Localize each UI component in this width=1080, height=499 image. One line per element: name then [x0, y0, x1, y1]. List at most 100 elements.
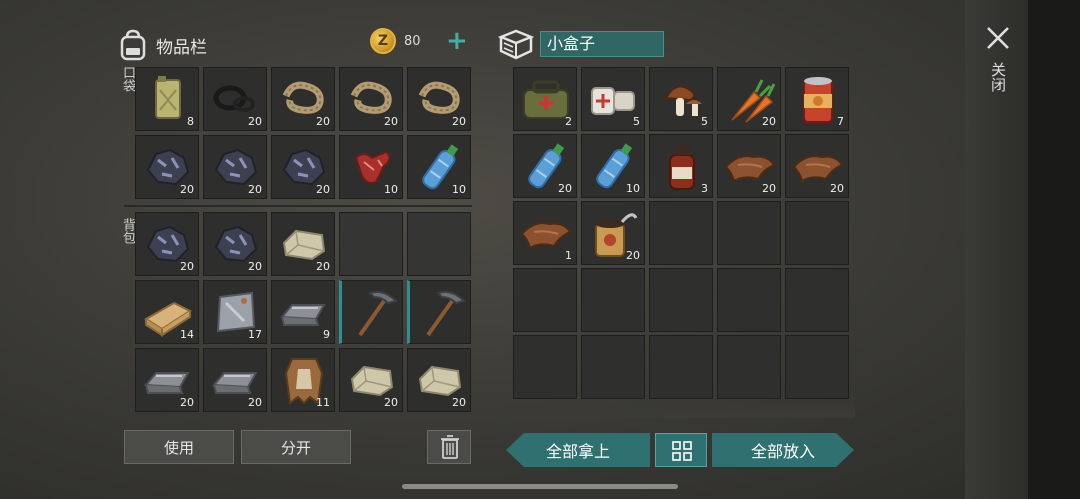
close-label: 关闭	[989, 62, 1007, 92]
container-slot[interactable]: 5	[581, 67, 645, 131]
take-all-button[interactable]: 全部拿上	[506, 433, 650, 467]
coin-display: Z 80 +	[370, 28, 468, 54]
item-quantity: 14	[180, 328, 194, 341]
item-quantity: 5	[633, 115, 640, 128]
container-slot[interactable]	[649, 268, 713, 332]
container-slot[interactable]: 5	[649, 67, 713, 131]
grid-icon	[672, 441, 692, 461]
backpack-slot[interactable]	[407, 212, 471, 276]
item-quantity: 20	[384, 396, 398, 409]
sort-button[interactable]	[655, 433, 707, 467]
item-quantity: 3	[701, 182, 708, 195]
item-quantity: 20	[180, 260, 194, 273]
container-slot[interactable]: 20	[581, 201, 645, 265]
screen-edge	[1028, 0, 1080, 499]
container-slot[interactable]	[513, 268, 577, 332]
put-all-button[interactable]: 全部放入	[712, 433, 854, 467]
container-slot[interactable]: 7	[785, 67, 849, 131]
item-quantity: 7	[837, 115, 844, 128]
close-button[interactable]	[980, 24, 1016, 58]
pocket-slot[interactable]: 20	[271, 135, 335, 199]
container-slot[interactable]	[785, 335, 849, 399]
container-slot[interactable]: 10	[581, 134, 645, 198]
item-quantity: 20	[626, 249, 640, 262]
inventory-title: 物品栏	[156, 37, 207, 58]
backpack-icon	[120, 29, 146, 61]
backpack-slot[interactable]: 17	[203, 280, 267, 344]
item-quantity: 20	[316, 183, 330, 196]
backpack-slot[interactable]	[339, 212, 403, 276]
container-slot[interactable]: 2	[513, 67, 577, 131]
container-slot[interactable]	[717, 335, 781, 399]
container-slot[interactable]	[581, 335, 645, 399]
backpack-slot[interactable]: 20	[203, 212, 267, 276]
use-button[interactable]: 使用	[124, 430, 234, 464]
backpack-slot[interactable]: 20	[135, 348, 199, 412]
container-slot[interactable]	[513, 335, 577, 399]
backpack-slot[interactable]: 20	[135, 212, 199, 276]
item-quantity: 2	[565, 115, 572, 128]
item-quantity: 20	[248, 183, 262, 196]
item-quantity: 20	[180, 396, 194, 409]
home-indicator[interactable]	[402, 484, 678, 489]
container-slot[interactable]	[649, 335, 713, 399]
backpack-slot[interactable]: 20	[407, 348, 471, 412]
item-quantity: 20	[558, 182, 572, 195]
pocket-slot[interactable]: 10	[339, 135, 403, 199]
item-quantity: 10	[452, 183, 466, 196]
backpack-slot[interactable]: 9	[271, 280, 335, 344]
container-slot[interactable]: 20	[513, 134, 577, 198]
item-quantity: 20	[248, 260, 262, 273]
trash-icon	[441, 435, 459, 459]
trash-button[interactable]	[427, 430, 471, 464]
backpack-slot[interactable]: 14	[135, 280, 199, 344]
item-quantity: 20	[248, 115, 262, 128]
item-quantity: 20	[180, 183, 194, 196]
backpack-slot[interactable]: 20	[203, 348, 267, 412]
container-slot[interactable]: 3	[649, 134, 713, 198]
pocket-slot[interactable]: 8	[135, 67, 199, 131]
container-slot[interactable]: 20	[717, 134, 781, 198]
item-quantity: 20	[452, 115, 466, 128]
close-icon	[987, 27, 1009, 49]
pocket-slot[interactable]: 10	[407, 135, 471, 199]
item-quantity: 1	[565, 249, 572, 262]
item-quantity: 10	[384, 183, 398, 196]
add-coins-button[interactable]: +	[446, 28, 468, 54]
item-quantity: 20	[452, 396, 466, 409]
container-slot[interactable]	[785, 201, 849, 265]
container-slot[interactable]: 1	[513, 201, 577, 265]
box-icon	[498, 29, 534, 60]
pocket-slot[interactable]: 20	[135, 135, 199, 199]
container-slot[interactable]: 20	[717, 67, 781, 131]
split-button[interactable]: 分开	[241, 430, 351, 464]
container-slot[interactable]	[649, 201, 713, 265]
backpack-slot[interactable]	[339, 280, 403, 344]
grid-fade	[510, 398, 855, 418]
item-quantity: 20	[762, 182, 776, 195]
pocket-slot[interactable]: 20	[203, 67, 267, 131]
backpack-slot[interactable]: 20	[339, 348, 403, 412]
item-quantity: 9	[323, 328, 330, 341]
pickaxe-icon	[358, 291, 398, 337]
item-quantity: 5	[701, 115, 708, 128]
backpack-slot[interactable]	[407, 280, 471, 344]
item-quantity: 20	[248, 396, 262, 409]
pocket-slot[interactable]: 20	[271, 67, 335, 131]
inventory-header: 物品栏	[118, 26, 207, 64]
backpack-slot[interactable]: 20	[271, 212, 335, 276]
container-slot[interactable]	[785, 268, 849, 332]
container-slot[interactable]: 20	[785, 134, 849, 198]
item-quantity: 20	[316, 260, 330, 273]
item-quantity: 20	[316, 115, 330, 128]
container-name-field[interactable]: 小盒子	[540, 31, 664, 57]
container-slot[interactable]	[717, 268, 781, 332]
pocket-slot[interactable]: 20	[203, 135, 267, 199]
container-slot[interactable]	[581, 268, 645, 332]
container-header: 小盒子	[498, 28, 664, 60]
pocket-slot[interactable]: 20	[339, 67, 403, 131]
section-divider	[124, 205, 472, 207]
backpack-slot[interactable]: 11	[271, 348, 335, 412]
container-slot[interactable]	[717, 201, 781, 265]
pocket-slot[interactable]: 20	[407, 67, 471, 131]
